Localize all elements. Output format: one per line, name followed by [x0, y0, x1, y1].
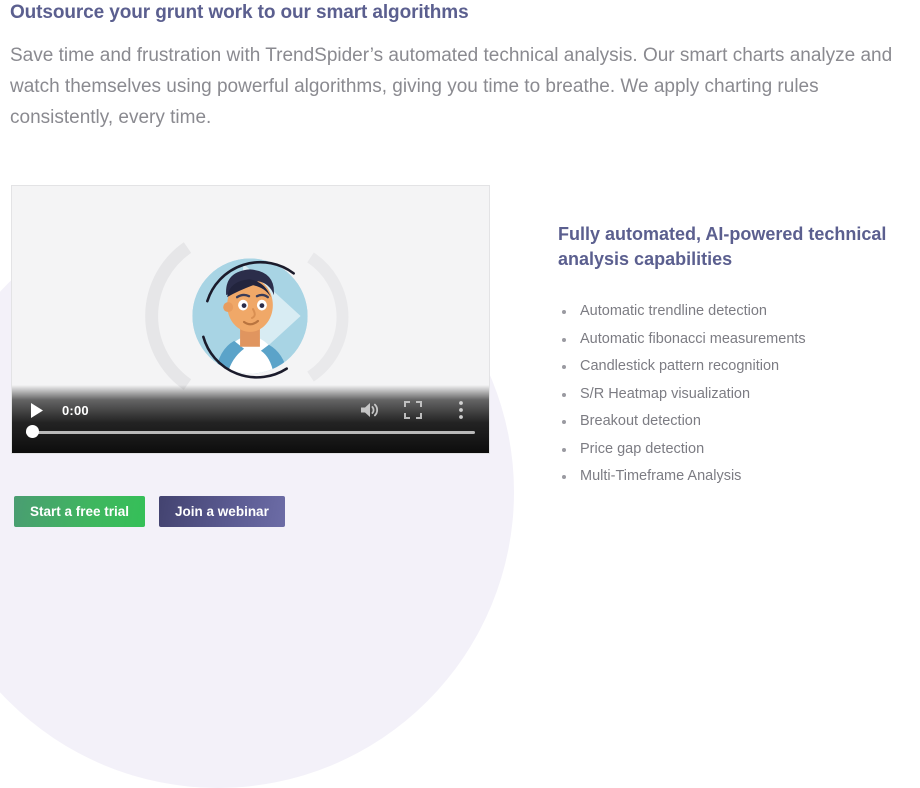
seek-slider[interactable] — [26, 425, 475, 439]
list-item: Candlestick pattern recognition — [558, 353, 908, 381]
feature-label: Multi-Timeframe Analysis — [580, 468, 742, 484]
list-item: S/R Heatmap visualization — [558, 381, 908, 409]
page-root: Outsource your grunt work to our smart a… — [0, 0, 920, 543]
play-icon — [31, 402, 43, 418]
list-item: Automatic fibonacci measurements — [558, 326, 908, 354]
feature-label: Candlestick pattern recognition — [580, 358, 780, 374]
feature-label: Automatic fibonacci measurements — [580, 330, 806, 347]
cta-button-row: Start a free trial Join a webinar — [14, 496, 285, 527]
feature-label: Automatic trendline detection — [580, 303, 767, 319]
start-free-trial-button[interactable]: Start a free trial — [14, 496, 146, 527]
bullet-icon — [562, 420, 566, 424]
hero-paragraph: Save time and frustration with TrendSpid… — [10, 45, 893, 128]
current-time-label: 0:00 — [62, 402, 89, 418]
page-title: Outsource your grunt work to our smart a… — [10, 2, 469, 23]
feature-panel-title: Fully automated, AI-powered technical an… — [558, 224, 887, 269]
feature-label: Price gap detection — [580, 440, 705, 457]
fullscreen-icon — [404, 401, 422, 419]
list-item: Breakout detection — [558, 408, 908, 436]
feature-list: Automatic trendline detection Automatic … — [558, 298, 908, 491]
bullet-icon — [562, 392, 566, 397]
more-options-button[interactable] — [449, 398, 473, 422]
bullet-icon — [562, 475, 566, 479]
bullet-icon — [562, 310, 566, 314]
seek-track — [26, 431, 475, 434]
video-control-row: 0:00 — [12, 397, 489, 423]
feature-label: Breakout detection — [580, 413, 701, 429]
join-webinar-button[interactable]: Join a webinar — [159, 496, 285, 527]
fullscreen-button[interactable] — [401, 398, 425, 422]
list-item: Automatic trendline detection — [558, 298, 908, 326]
feature-panel: Fully automated, AI-powered technical an… — [558, 222, 908, 491]
feature-label: S/R Heatmap visualization — [580, 385, 751, 402]
seek-handle[interactable] — [26, 425, 39, 438]
mute-button[interactable] — [357, 398, 381, 422]
video-poster[interactable]: 0:00 — [12, 186, 489, 453]
play-button[interactable] — [26, 399, 48, 421]
bullet-icon — [562, 337, 566, 342]
volume-icon — [361, 403, 379, 417]
bullet-icon — [562, 365, 566, 369]
bullet-icon — [562, 447, 566, 452]
list-item: Price gap detection — [558, 436, 908, 464]
list-item: Multi-Timeframe Analysis — [558, 463, 908, 491]
video-player[interactable]: 0:00 — [11, 185, 490, 454]
kebab-menu-icon — [459, 401, 463, 419]
video-control-bar: 0:00 — [12, 385, 489, 453]
